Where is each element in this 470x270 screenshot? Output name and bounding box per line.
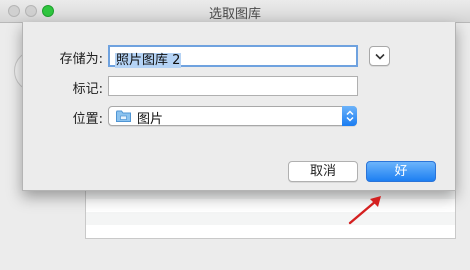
list-row <box>86 212 455 225</box>
expand-dialog-button[interactable] <box>369 46 390 66</box>
location-popup[interactable]: 图片 <box>108 106 357 127</box>
save-as-value: 照片图库 2 <box>115 53 182 68</box>
save-as-field[interactable]: 照片图库 2 <box>108 45 358 68</box>
list-row <box>86 225 455 238</box>
tags-field[interactable] <box>108 76 358 96</box>
save-as-label: 存储为: <box>59 52 103 67</box>
window-title: 选取图库 <box>208 7 261 22</box>
list-row <box>86 199 455 212</box>
chevron-down-icon <box>374 53 385 60</box>
folder-icon <box>116 110 131 122</box>
location-label: 位置: <box>72 112 103 127</box>
save-sheet-dialog: 存储为: 照片图库 2 标记: 位置: 图片 取消 好 <box>22 22 456 191</box>
location-value: 图片 <box>137 112 164 127</box>
cancel-button[interactable]: 取消 <box>288 161 358 182</box>
updown-arrows-icon <box>345 110 354 122</box>
background-library-list <box>85 185 456 239</box>
popup-arrows <box>342 106 357 126</box>
tags-label: 标记: <box>72 82 103 97</box>
title-bar: 选取图库 <box>0 0 470 23</box>
annotation-arrow-icon <box>348 196 381 225</box>
ok-button[interactable]: 好 <box>366 161 436 182</box>
